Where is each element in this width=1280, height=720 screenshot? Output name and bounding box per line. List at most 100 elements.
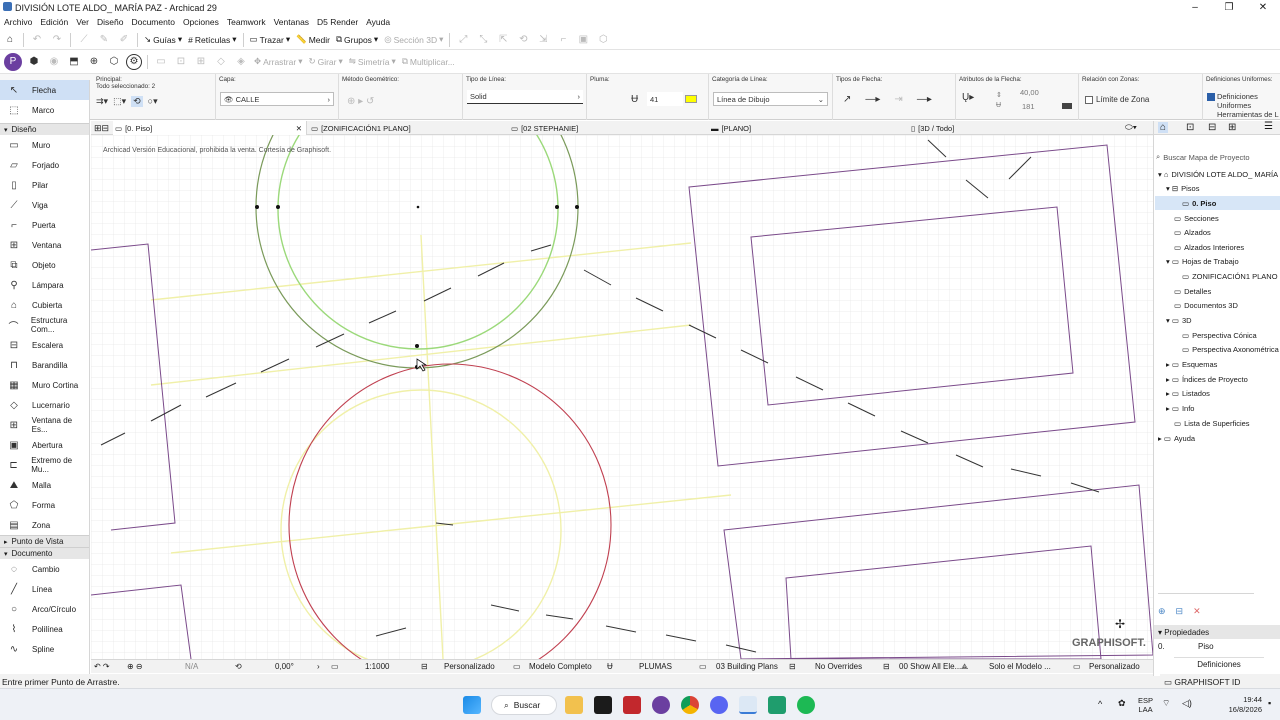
layout-book-icon[interactable]: ⊟ — [1208, 122, 1216, 133]
p-icon[interactable] — [652, 696, 670, 714]
navigator-search[interactable]: ⌕ Buscar Mapa de Proyecto — [1156, 151, 1280, 163]
tray-arrow-icon[interactable]: ^ — [1098, 699, 1102, 709]
menu-opciones[interactable]: Opciones — [179, 17, 223, 27]
tool-puerta[interactable]: ⌐ Puerta — [0, 215, 89, 235]
nav-item[interactable]: ▾ ⊟ Pisos — [1166, 181, 1199, 195]
nav-item[interactable]: ▸ ▭ Listados — [1166, 386, 1210, 400]
tab-zonificacion[interactable]: ▭ [ZONIFICACIÓN1 PLANO] — [311, 121, 507, 135]
grupos-button[interactable]: ⧉ Grupos ▾ — [336, 34, 378, 45]
maximize-button[interactable]: ❐ — [1212, 0, 1246, 15]
arrow-types[interactable]: ↗ —▸ ⇥ —▸ — [843, 94, 932, 105]
nav-item[interactable]: ▭ Detalles — [1174, 284, 1211, 298]
spotify-icon[interactable] — [797, 696, 815, 714]
tool-ventana-esquina[interactable]: ⊞ Ventana de Es... — [0, 415, 89, 435]
nav-item[interactable]: ▭ ZONIFICACIÓN1 PLANO ( — [1182, 269, 1280, 283]
project-map-icon[interactable]: ⌂ — [1158, 122, 1169, 133]
menu-ventanas[interactable]: Ventanas — [270, 17, 313, 27]
zoom-value[interactable]: N/A — [185, 662, 198, 671]
tool-extremo-muro[interactable]: ⊏ Extremo de Mu... — [0, 455, 89, 475]
select-mode-icon[interactable]: ⬚▾ — [113, 96, 126, 107]
render-icon[interactable]: ◉ — [46, 54, 62, 70]
tool-muro-cortina[interactable]: ▦ Muro Cortina — [0, 375, 89, 395]
minimize-button[interactable]: – — [1178, 0, 1212, 15]
arrow-size[interactable]: 40,00 — [1020, 88, 1039, 97]
align-icon[interactable]: ⇲ — [535, 32, 551, 48]
prop-number[interactable]: 0. — [1158, 642, 1165, 651]
taskbar-search[interactable]: ⌕ Buscar — [491, 695, 557, 715]
rotate-icon[interactable]: ⟲ — [515, 32, 531, 48]
line-type-select[interactable]: Solid › — [467, 90, 583, 104]
tool-viga[interactable]: ⟋ Viga — [0, 195, 89, 215]
settings-gear-icon[interactable]: ⚙ — [126, 53, 142, 70]
app-dark-icon[interactable] — [594, 696, 612, 714]
3d-cube-icon[interactable]: ⬢ — [26, 54, 42, 70]
graphisoft-id[interactable]: ▭ GRAPHISOFT ID — [1160, 674, 1280, 688]
fit-icon[interactable]: ⤡ — [475, 32, 491, 48]
fillet-icon[interactable]: ⌐ — [555, 32, 571, 48]
scale-value[interactable]: 1:1000 — [365, 662, 389, 671]
tool-forma[interactable]: ⬠ Forma — [0, 495, 89, 515]
language-indicator[interactable]: ESP LAA — [1138, 696, 1153, 714]
explode-icon[interactable]: ⬡ — [595, 32, 611, 48]
partial-structure[interactable]: Personalizado — [1089, 662, 1140, 671]
tool-forjado[interactable]: ▱ Forjado — [0, 155, 89, 175]
home-icon[interactable]: ⌂ — [2, 32, 18, 48]
section-punto-vista[interactable]: Punto de Vista — [0, 535, 89, 547]
stretch-icon[interactable]: ⇱ — [495, 32, 511, 48]
medir-button[interactable]: 📏 Medir — [296, 34, 330, 45]
redo-icon[interactable]: ↷ — [49, 32, 65, 48]
section-documento[interactable]: Documento — [0, 547, 89, 559]
tool-barandilla[interactable]: ⊓ Barandilla — [0, 355, 89, 375]
zone-boundary-checkbox[interactable] — [1085, 95, 1093, 104]
trazar-button[interactable]: ▭ Trazar ▾ — [250, 34, 291, 45]
clone-icon[interactable]: ⊟ — [1176, 606, 1184, 617]
offset-icon[interactable]: ▣ — [575, 32, 591, 48]
wifi-icon[interactable]: ⌔ — [1162, 698, 1170, 709]
frame-icon[interactable]: ▭ — [153, 54, 169, 70]
nav-item[interactable]: ▸ ▭ Esquemas — [1166, 357, 1217, 371]
structural-display[interactable]: Solo el Modelo ... — [989, 662, 1051, 671]
menu-d5render[interactable]: D5 Render — [313, 17, 362, 27]
eyedropper-icon[interactable]: ✎ — [96, 32, 112, 48]
nav-item[interactable]: ▾ ▭ Hojas de Trabajo — [1166, 254, 1239, 268]
box-icon[interactable]: ⬡ — [106, 54, 122, 70]
add-view-icon[interactable]: ⊕ — [1158, 606, 1166, 617]
menu-archivo[interactable]: Archivo — [0, 17, 36, 27]
tool-escalera[interactable]: ⊟ Escalera — [0, 335, 89, 355]
prop-value[interactable]: Piso — [1198, 642, 1214, 651]
image-icon[interactable]: ⊞ — [193, 54, 209, 70]
menu-edicion[interactable]: Edición — [36, 17, 72, 27]
clock[interactable]: 19:44 16/8/2026 — [1222, 695, 1262, 715]
tool-abertura[interactable]: ▣ Abertura — [0, 435, 89, 455]
tool-marco[interactable]: ⬚ Marco — [0, 100, 89, 120]
girar-button[interactable]: ↻ Girar ▾ — [308, 56, 342, 67]
walk-icon[interactable]: ⬒ — [66, 54, 82, 70]
nav-item-selected[interactable]: ▭ 0. Piso — [1155, 196, 1280, 210]
tab-plano[interactable]: ▬ [PLANO] — [711, 121, 907, 135]
tool-lampara[interactable]: ⚲ Lámpara — [0, 275, 89, 295]
tool-lucernario[interactable]: ◇ Lucernario — [0, 395, 89, 415]
section-diseno[interactable]: Diseño — [0, 123, 89, 135]
tab-0-piso[interactable]: ▭ [0. Piso] ✕ — [113, 121, 307, 135]
renovation-filter[interactable]: 00 Show All Ele... — [899, 662, 961, 671]
tool-cubierta[interactable]: ⌂ Cubierta — [0, 295, 89, 315]
graphic-overrides[interactable]: No Overrides — [815, 662, 862, 671]
properties-header[interactable]: ▾ Propiedades — [1154, 625, 1280, 639]
chrome-icon[interactable] — [681, 696, 699, 714]
tool-zona[interactable]: ▤ Zona — [0, 515, 89, 535]
delete-icon[interactable]: ✕ — [1193, 606, 1201, 617]
tab-3d[interactable]: ▯ [3D / Todo] — [911, 121, 1107, 135]
tool-estructura[interactable]: ⌒ Estructura Com... — [0, 315, 89, 335]
menu-teamwork[interactable]: Teamwork — [223, 17, 270, 27]
line-category-select[interactable]: Línea de Dibujo ⌄ — [713, 92, 828, 106]
layer-select[interactable]: 👁 CALLE › — [220, 92, 334, 106]
tool-linea[interactable]: ╱ Línea — [0, 579, 89, 599]
close-window-button[interactable]: ✕ — [1246, 0, 1280, 15]
arrow-pen-swatch[interactable] — [1062, 103, 1072, 109]
nav-item[interactable]: ▾ ▭ 3D — [1166, 313, 1192, 327]
model-view[interactable]: Modelo Completo — [529, 662, 592, 671]
rotate-view-icon[interactable]: ⟲ — [235, 662, 242, 671]
tool-objeto[interactable]: ⧉ Objeto — [0, 255, 89, 275]
archicad-taskbar-icon[interactable] — [739, 696, 757, 714]
guias-button[interactable]: ↘ Guías ▾ — [144, 34, 182, 45]
